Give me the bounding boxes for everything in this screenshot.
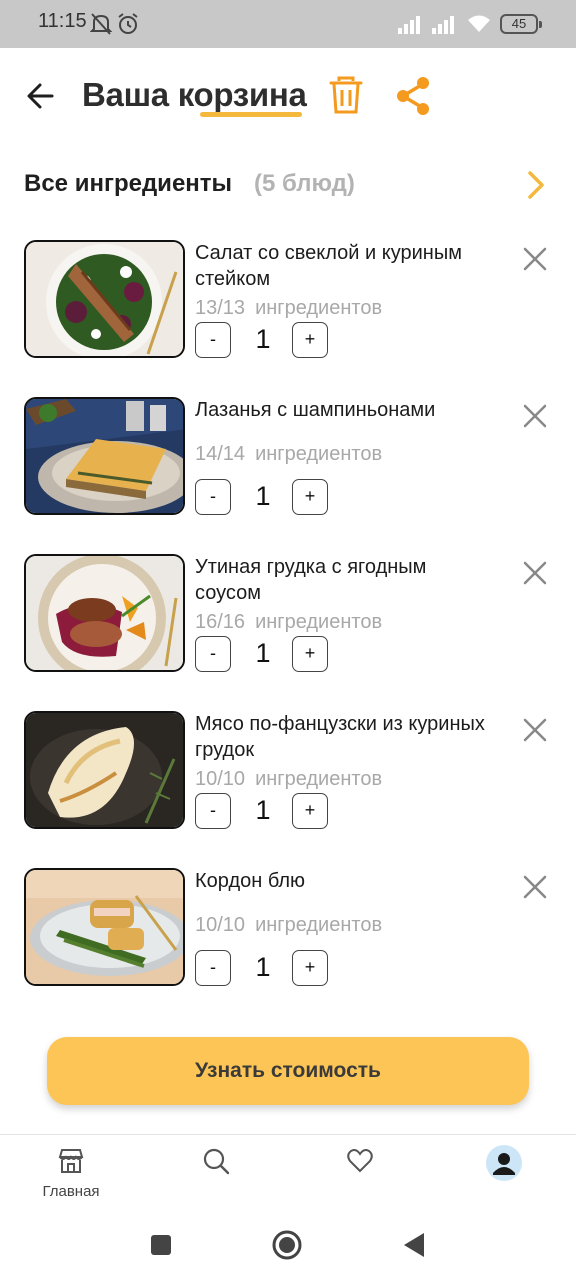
status-right-group: 45 — [398, 12, 542, 36]
system-navigation-bar — [0, 1210, 576, 1280]
ingredients-label: ингредиентов — [255, 611, 383, 633]
quantity-value: 1 — [255, 481, 271, 511]
profile-avatar-icon — [486, 1145, 522, 1181]
ingredients-count: 10/10 ингредиентов — [195, 768, 382, 791]
dish-item: Мясо по-фанцузски из куриных грудок 10/1… — [0, 711, 576, 851]
page-title: Ваша корзина — [82, 76, 307, 113]
bottom-navigation: Главная — [0, 1134, 576, 1210]
ingredients-label: ингредиентов — [255, 914, 383, 936]
decrease-button[interactable]: - — [195, 322, 231, 358]
back-arrow-icon[interactable] — [24, 76, 60, 116]
ingredients-count: 10/10 ингредиентов — [195, 914, 382, 937]
quantity-stepper: - 1 + — [195, 636, 331, 672]
search-icon — [203, 1148, 230, 1175]
decrease-button[interactable]: - — [195, 950, 231, 986]
quantity-value: 1 — [255, 795, 271, 825]
alarm-icon — [118, 13, 138, 34]
home-circle-icon[interactable] — [272, 1230, 302, 1260]
ingredients-ratio: 16/16 — [195, 611, 246, 633]
all-ingredients-label: Все ингредиенты — [24, 170, 233, 197]
nav-label-home: Главная — [42, 1183, 100, 1200]
decrease-button[interactable]: - — [195, 479, 231, 515]
quantity-stepper: - 1 + — [195, 322, 331, 358]
battery-indicator: 45 — [500, 14, 542, 34]
decrease-button[interactable]: - — [195, 636, 231, 672]
dish-name: Кордон блю — [195, 870, 306, 892]
dish-item: Лазанья с шампиньонами 14/14 ингредиентов… — [0, 397, 576, 537]
increase-button[interactable]: + — [292, 950, 328, 986]
nav-item-profile[interactable] — [454, 1135, 554, 1211]
ingredients-label: ингредиентов — [255, 297, 383, 319]
dish-name: Салат со свеклой и куриным стейком — [195, 242, 462, 290]
decrease-button[interactable]: - — [195, 793, 231, 829]
status-time: 11:15 — [38, 10, 87, 32]
dish-item: Кордон блю 10/10 ингредиентов - 1 + — [0, 868, 576, 1008]
ingredients-count: 16/16 ингредиентов — [195, 611, 382, 634]
dish-image[interactable] — [24, 711, 185, 829]
title-underline — [200, 112, 302, 117]
nav-item-home[interactable]: Главная — [21, 1135, 121, 1211]
close-icon[interactable] — [522, 874, 548, 900]
ingredients-count: 13/13 ингредиентов — [195, 297, 382, 320]
dish-name: Лазанья с шампиньонами — [195, 399, 436, 421]
get-price-button[interactable]: Узнать стоимость — [47, 1037, 529, 1105]
dish-item: Салат со свеклой и куриным стейком 13/13… — [0, 240, 576, 380]
trash-icon[interactable] — [326, 74, 366, 118]
ingredients-label: ингредиентов — [255, 768, 383, 790]
header: Ваша корзина — [0, 48, 576, 148]
store-icon — [58, 1149, 84, 1173]
ingredients-ratio: 10/10 — [195, 768, 246, 790]
dish-image[interactable] — [24, 868, 185, 986]
dish-image[interactable] — [24, 240, 185, 358]
dish-item: Утиная грудка с ягодным соусом 16/16 ингр… — [0, 554, 576, 694]
close-icon[interactable] — [522, 717, 548, 743]
quantity-value: 1 — [255, 638, 271, 668]
heart-icon — [347, 1149, 373, 1173]
close-icon[interactable] — [522, 560, 548, 586]
back-triangle-icon[interactable] — [402, 1232, 426, 1258]
ingredients-count: 14/14 ингредиентов — [195, 443, 382, 466]
all-ingredients-row[interactable]: Все ингредиенты (5 блюд) — [0, 160, 576, 210]
quantity-value: 1 — [255, 952, 271, 982]
status-bar: 11:15 45 — [0, 0, 576, 48]
signal-icon — [398, 16, 420, 34]
dishes-count: (5 блюд) — [254, 170, 355, 197]
ingredients-ratio: 13/13 — [195, 297, 246, 319]
ingredients-ratio: 10/10 — [195, 914, 246, 936]
quantity-stepper: - 1 + — [195, 950, 331, 986]
quantity-stepper: - 1 + — [195, 479, 331, 515]
ingredients-label: ингредиентов — [255, 443, 383, 465]
increase-button[interactable]: + — [292, 479, 328, 515]
dish-name: Утиная грудка с ягодным соусом — [195, 556, 427, 604]
signal-icon-2 — [432, 16, 454, 34]
bell-off-icon — [90, 13, 112, 35]
wifi-icon — [468, 15, 490, 32]
recent-apps-icon[interactable] — [150, 1234, 172, 1256]
dish-image[interactable] — [24, 397, 185, 515]
close-icon[interactable] — [522, 403, 548, 429]
dish-name: Мясо по-фанцузски из куриных грудок — [195, 713, 485, 761]
share-icon[interactable] — [392, 74, 434, 118]
close-icon[interactable] — [522, 246, 548, 272]
nav-item-search[interactable] — [166, 1135, 266, 1211]
chevron-right-icon[interactable] — [522, 168, 548, 202]
nav-item-favorites[interactable] — [310, 1135, 410, 1211]
quantity-stepper: - 1 + — [195, 793, 331, 829]
ingredients-ratio: 14/14 — [195, 443, 246, 465]
increase-button[interactable]: + — [292, 636, 328, 672]
quantity-value: 1 — [255, 324, 271, 354]
increase-button[interactable]: + — [292, 322, 328, 358]
dish-image[interactable] — [24, 554, 185, 672]
increase-button[interactable]: + — [292, 793, 328, 829]
